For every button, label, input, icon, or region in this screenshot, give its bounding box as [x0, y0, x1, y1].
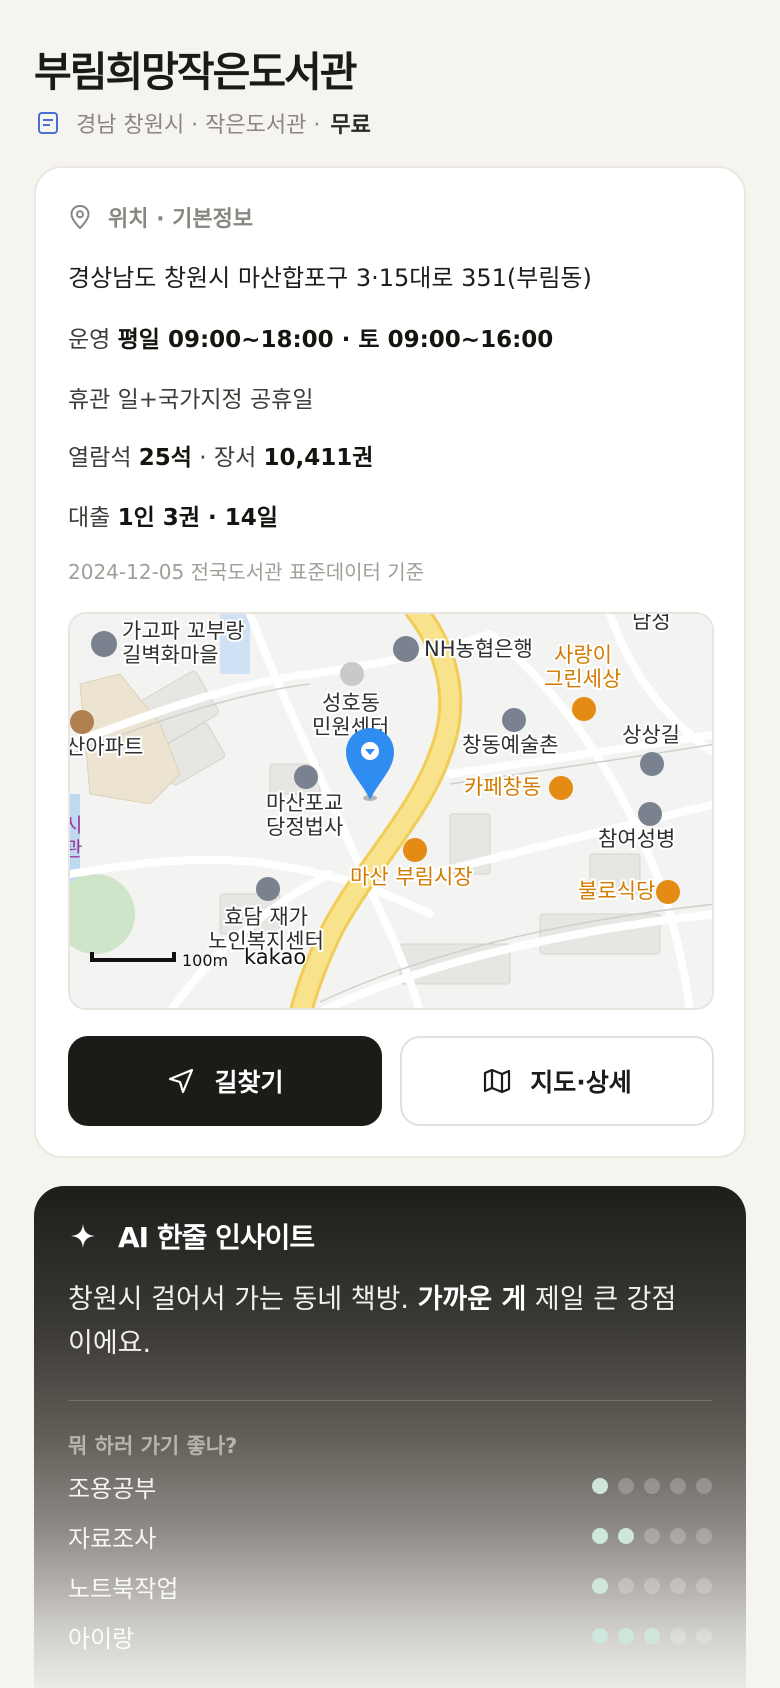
data-source-note: 2024-12-05 전국도서관 표준데이터 기준 — [68, 560, 425, 584]
info-section-title: 위치 · 기본정보 — [108, 207, 254, 232]
address: 경상남도 창원시 마산합포구 3·15대로 351(부림동) — [68, 264, 592, 292]
score-dot — [618, 1528, 634, 1544]
score-dot — [644, 1528, 660, 1544]
score-dot — [618, 1628, 634, 1644]
score-dot — [696, 1578, 712, 1594]
score-dot — [644, 1628, 660, 1644]
activity-label: 조용공부 — [68, 1474, 157, 1503]
seats-and-books: 열람석 25석 · 장서 10,411권 — [68, 445, 374, 471]
map-icon — [484, 1068, 511, 1094]
activity-score — [592, 1528, 712, 1544]
ai-insight-text: 창원시 걸어서 가는 동네 책방. 가까운 게 제일 큰 강점이에요. — [68, 1284, 677, 1359]
activity-label: 노트북작업 — [68, 1574, 179, 1603]
activity-row: 자료조사 — [68, 1518, 712, 1554]
map-detail-button-label: 지도·상세 — [530, 1068, 632, 1097]
score-dot — [670, 1528, 686, 1544]
score-dot — [618, 1578, 634, 1594]
map-poi-label: 남성 — [632, 614, 671, 633]
activity-score — [592, 1578, 712, 1594]
activity-label: 아이랑 — [68, 1624, 135, 1653]
activity-score — [592, 1478, 712, 1494]
ai-insight-header: AI 한줄 인사이트 — [70, 1216, 315, 1256]
document-icon — [38, 112, 58, 134]
directions-button[interactable]: 길찾기 — [68, 1036, 382, 1126]
location-map[interactable]: 가고파 꼬부랑 길벽화마을 NH농협은행 남성 성호동 민원센터 산아파트 창동… — [68, 612, 714, 1010]
score-dot — [696, 1528, 712, 1544]
map-poi-label: 그린세상 — [544, 667, 621, 691]
library-region-type: 경남 창원시 · 작은도서관 · — [76, 113, 321, 138]
activity-score — [592, 1628, 712, 1644]
map-poi-label: 카페창동 — [464, 775, 541, 799]
activity-label: 자료조사 — [68, 1524, 157, 1553]
library-meta: 경남 창원시 · 작은도서관 · 무료 — [36, 106, 371, 140]
map-poi-label: 마산 부림시장 — [350, 865, 473, 889]
map-poi-label: 산아파트 — [70, 735, 143, 759]
score-dot — [696, 1478, 712, 1494]
location-pin-icon — [70, 204, 90, 230]
closed-days: 휴관 일+국가지정 공휴일 — [68, 387, 314, 413]
map-poi-label: 성호동 — [322, 691, 380, 715]
fee-badge: 무료 — [330, 113, 371, 138]
score-dot — [592, 1628, 608, 1644]
directions-button-label: 길찾기 — [214, 1068, 284, 1097]
page-title: 부림희망작은도서관 — [34, 48, 357, 96]
ai-insight-card: AI 한줄 인사이트 창원시 걸어서 가는 동네 책방. 가까운 게 제일 큰 … — [34, 1186, 746, 1688]
score-dot — [696, 1628, 712, 1644]
sparkle-icon — [71, 1224, 95, 1248]
opening-hours: 운영 평일 09:00~18:00 · 토 09:00~16:00 — [68, 327, 554, 353]
activity-question: 뭐 하러 가기 좋나? — [68, 1434, 238, 1458]
info-section-header: 위치 · 기본정보 — [68, 200, 253, 234]
score-dot — [618, 1478, 634, 1494]
map-poi-label: NH농협은행 — [424, 637, 533, 661]
map-poi-label: 상상길 — [622, 723, 680, 747]
score-dot — [592, 1528, 608, 1544]
score-dot — [644, 1478, 660, 1494]
map-poi-label: 창동예술촌 — [462, 733, 559, 757]
score-dot — [670, 1628, 686, 1644]
loan-policy: 대출 1인 3권 · 14일 — [68, 505, 278, 531]
map-poi-label: 시 — [70, 813, 82, 837]
map-poi-label: 마산포교 — [266, 791, 343, 815]
library-detail-page: 부림희망작은도서관 경남 창원시 · 작은도서관 · 무료 위치 · 기본정보 … — [0, 0, 780, 1688]
ai-insight-title: AI 한줄 인사이트 — [118, 1221, 315, 1254]
map-scale-label: 100m — [182, 951, 228, 970]
score-dot — [592, 1478, 608, 1494]
map-poi-label: 길벽화마을 — [122, 643, 219, 667]
map-poi-label: 당정법사 — [266, 815, 343, 839]
score-dot — [644, 1578, 660, 1594]
map-poi-label: 효담 재가 — [224, 905, 308, 929]
map-poi-label: 참여성병 — [598, 827, 675, 851]
activity-row: 아이랑 — [68, 1618, 712, 1654]
map-poi-label: 불로식당 — [578, 879, 655, 903]
score-dot — [670, 1578, 686, 1594]
map-poi-label: 가고파 꼬부랑 — [122, 619, 245, 643]
score-dot — [592, 1578, 608, 1594]
map-detail-button[interactable]: 지도·상세 — [400, 1036, 714, 1126]
activity-row: 노트북작업 — [68, 1568, 712, 1604]
map-poi-label: 사랑이 — [554, 643, 612, 667]
map-brand: kakao — [244, 945, 306, 969]
navigation-arrow-icon — [169, 1068, 194, 1094]
map-poi-label: 관 — [70, 837, 82, 861]
info-card: 위치 · 기본정보 경상남도 창원시 마산합포구 3·15대로 351(부림동)… — [34, 166, 746, 1158]
divider — [68, 1400, 712, 1401]
activity-row: 조용공부 — [68, 1468, 712, 1504]
score-dot — [670, 1478, 686, 1494]
